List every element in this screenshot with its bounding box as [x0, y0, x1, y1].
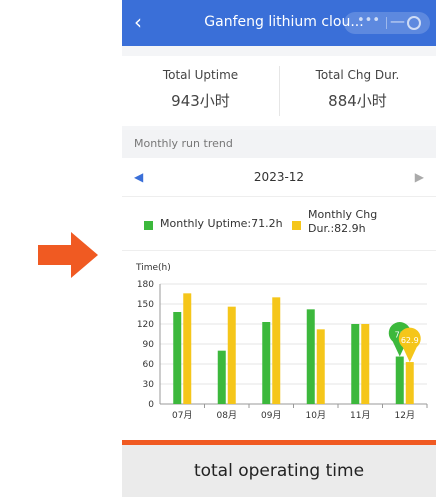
capsule-menu: ••• — [344, 12, 430, 34]
caption: total operating time [122, 445, 436, 497]
chart-legend: Monthly Uptime:71.2h Monthly Chg Dur.:82… [122, 196, 436, 251]
bar-uptime [217, 350, 226, 404]
section-header: Monthly run trend [122, 130, 436, 158]
current-month: 2023-12 [253, 170, 305, 184]
y-tick-label: 120 [137, 320, 154, 330]
y-tick-label: 0 [148, 400, 154, 410]
bar-uptime [306, 309, 315, 404]
y-tick-label: 90 [143, 340, 155, 350]
bar-uptime [351, 324, 360, 404]
circle-close-icon[interactable] [407, 16, 421, 30]
legend-swatch [292, 221, 301, 230]
bar-uptime [395, 356, 404, 404]
x-tick-label: 11月 [350, 410, 370, 421]
x-tick-label: 12月 [395, 410, 415, 421]
y-tick-label: 30 [143, 380, 155, 390]
y-tick-label: 150 [137, 300, 154, 310]
legend-label: Monthly Chg Dur.:82.9h [308, 208, 378, 235]
spacer [122, 46, 436, 56]
stat-value: 884小时 [328, 92, 387, 110]
stat-total-chg-dur: Total Chg Dur. 884小时 [279, 56, 436, 126]
bar-chg-dur [405, 362, 414, 404]
bar-chg-dur [227, 306, 236, 404]
bar-chart: Time(h) 0 30 60 90 120 150 180 07月 08月 09月 10月 11月 12… [135, 263, 428, 421]
month-navigator: ◀ 2023-12 ▶ [122, 158, 436, 196]
bar-uptime [262, 322, 271, 404]
x-tick-label: 08月 [217, 410, 237, 421]
legend-label: Monthly Uptime:71.2h [160, 217, 283, 230]
bar-chg-dur [272, 297, 281, 404]
stat-label: Total Chg Dur. [315, 68, 400, 82]
stat-value: 943小时 [171, 92, 230, 110]
x-tick-label: 07月 [172, 410, 192, 421]
more-dots-icon[interactable]: ••• [357, 13, 380, 28]
y-axis-label: Time(h) [135, 263, 171, 273]
stats-card: Total Uptime 943小时 Total Chg Dur. 884小时 [122, 56, 436, 126]
x-tick-label: 10月 [306, 410, 326, 421]
section-title: Monthly run trend [134, 137, 233, 150]
header-bar: ‹ Ganfeng lithium clou... ••• — [122, 0, 436, 46]
stat-label: Total Uptime [162, 68, 239, 82]
y-tick-label: 180 [137, 280, 154, 290]
bar-chg-dur [316, 329, 325, 404]
bar-uptime [173, 312, 182, 404]
bar-chg-dur [361, 324, 370, 404]
phone-screen: ‹ Ganfeng lithium clou... ••• — Total Up… [122, 0, 436, 440]
minus-icon[interactable]: — [390, 12, 405, 30]
x-tick-label: 09月 [261, 410, 281, 421]
bar-chg-dur [183, 293, 192, 404]
capsule-divider [386, 17, 387, 29]
stat-total-uptime: Total Uptime 943小时 [122, 56, 279, 126]
chart-area: Time(h) 0 30 60 90 120 150 180 07月 08月 09月 10月 11月 12… [122, 250, 436, 431]
data-label: 62.9 [401, 336, 419, 345]
right-arrow-icon [38, 232, 98, 278]
circle-chevron-right-icon[interactable]: ▶ [415, 170, 424, 184]
legend-swatch [144, 221, 153, 230]
y-tick-label: 60 [143, 360, 155, 370]
